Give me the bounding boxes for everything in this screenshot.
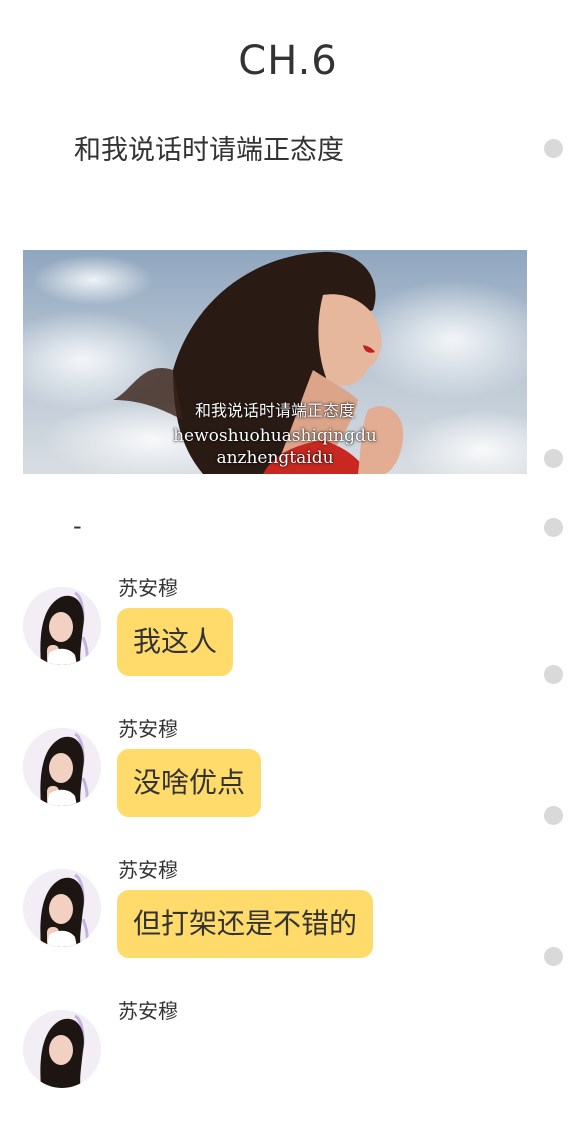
avatar[interactable] — [23, 869, 101, 947]
sender-name: 苏安穆 — [118, 717, 178, 741]
comment-dot-icon[interactable] — [544, 449, 563, 468]
avatar[interactable] — [23, 1010, 101, 1088]
divider-text: - — [73, 512, 82, 540]
meme-caption-pinyin-1: hewoshuohuashiqingdu — [173, 426, 377, 446]
chat-message: 苏安穆 没啥优点 — [0, 713, 576, 853]
comment-dot-icon[interactable] — [544, 806, 563, 825]
sender-name: 苏安穆 — [118, 858, 178, 882]
chapter-title: CH.6 — [238, 38, 338, 84]
avatar-illustration — [23, 1010, 101, 1088]
message-bubble[interactable]: 但打架还是不错的 — [117, 890, 374, 958]
avatar[interactable] — [23, 728, 101, 806]
message-bubble[interactable]: 我这人 — [117, 608, 234, 676]
comment-dot-icon[interactable] — [544, 139, 563, 158]
avatar-illustration — [23, 869, 101, 947]
message-bubble[interactable]: 没啥优点 — [117, 749, 262, 817]
comment-dot-icon[interactable] — [544, 518, 563, 537]
comment-dot-icon[interactable] — [544, 947, 563, 966]
meme-caption-cn: 和我说话时请端正态度 — [194, 401, 355, 420]
meme-image[interactable]: 和我说话时请端正态度 hewoshuohuashiqingdu anzhengt… — [23, 250, 527, 474]
sender-name: 苏安穆 — [118, 999, 178, 1023]
chat-message: 苏安穆 — [0, 995, 576, 1135]
avatar[interactable] — [23, 587, 101, 665]
avatar-illustration — [23, 587, 101, 665]
chat-message: 苏安穆 我这人 — [0, 572, 576, 712]
chat-message: 苏安穆 但打架还是不错的 — [0, 854, 576, 994]
meme-caption-pinyin-2: anzhengtaidu — [216, 448, 334, 468]
sender-name: 苏安穆 — [118, 576, 178, 600]
intro-paragraph[interactable]: 和我说话时请端正态度 — [74, 128, 344, 167]
avatar-illustration — [23, 728, 101, 806]
comment-dot-icon[interactable] — [544, 665, 563, 684]
